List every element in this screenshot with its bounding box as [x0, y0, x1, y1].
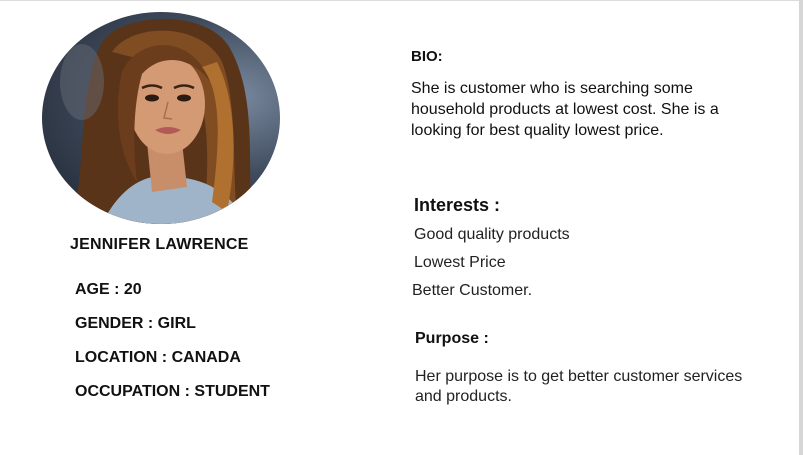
interests-heading: Interests :: [414, 195, 501, 215]
interest-item: Good quality products: [414, 226, 570, 243]
interest-item: Better Customer.: [412, 282, 533, 299]
profile-gender: GENDER : GIRL: [75, 315, 196, 332]
purpose-text: Her purpose is to get better customer se…: [415, 368, 743, 405]
profile-age: AGE : 20: [75, 281, 142, 298]
profile-location: LOCATION : CANADA: [75, 349, 241, 366]
profile-name: JENNIFER LAWRENCE: [70, 236, 249, 253]
interest-item: Lowest Price: [414, 254, 506, 271]
bio-heading: BIO:: [411, 48, 443, 65]
scrollbar-edge: [799, 0, 803, 455]
purpose-heading: Purpose :: [415, 330, 489, 347]
avatar-portrait: [60, 18, 252, 224]
bio-text: She is customer who is searching some ho…: [411, 80, 719, 139]
top-divider: [0, 0, 803, 1]
avatar: [42, 12, 280, 224]
profile-occupation: OCCUPATION : STUDENT: [75, 383, 270, 400]
